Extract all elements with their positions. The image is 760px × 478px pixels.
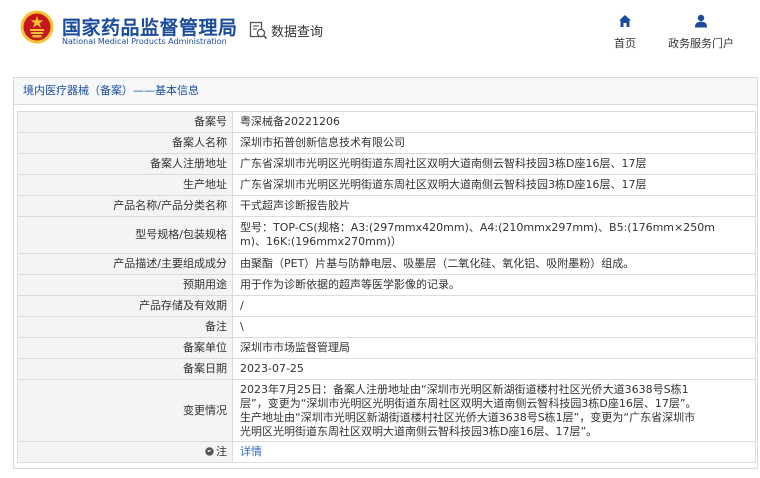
nav-service-portal[interactable]: 政务服务门户 (662, 14, 740, 51)
field-value: 干式超声诊断报告胶片 (232, 195, 756, 217)
field-value: 型号：TOP-CS(规格：A3:(297mmx420mm)、A4:(210mmx… (232, 216, 756, 254)
field-label: 备案日期 (17, 358, 233, 380)
table-row: 变更情况 2023年7月25日：备案人注册地址由“深圳市光明区新湖街道楼村社区光… (17, 379, 756, 442)
table-row: 产品名称/产品分类名称 干式超声诊断报告胶片 (17, 195, 756, 217)
field-value: 详情 (232, 441, 756, 463)
home-icon (619, 15, 631, 27)
table-row: 生产地址 广东省深圳市光明区光明街道东周社区双明大道南侧云智科技园3栋D座16层… (17, 174, 756, 196)
field-label: 备注 (17, 316, 233, 338)
data-query-icon (249, 21, 268, 40)
field-value: 用于作为诊断依据的超声等医学影像的记录。 (232, 274, 756, 296)
field-label: 注 (216, 445, 227, 458)
field-value: 广东省深圳市光明区光明街道东周社区双明大道南侧云智科技园3栋D座16层、17层 (232, 174, 756, 196)
field-value: / (232, 295, 756, 317)
details-link[interactable]: 详情 (240, 445, 262, 458)
table-row: 产品描述/主要组成成分 由聚酯（PET）片基与防静电层、吸墨层（二氧化硅、氧化铝… (17, 253, 756, 275)
field-value: 粤深械备20221206 (232, 111, 756, 133)
field-label: 预期用途 (17, 274, 233, 296)
table-row: 备案人注册地址 广东省深圳市光明区光明街道东周社区双明大道南侧云智科技园3栋D座… (17, 153, 756, 175)
table-row: 备案日期 2023-07-25 (17, 358, 756, 380)
field-label: 备案号 (17, 111, 233, 133)
field-label: 备案单位 (17, 337, 233, 359)
nav-portal-label: 政务服务门户 (668, 37, 734, 50)
field-value: 2023-07-25 (232, 358, 756, 380)
site-subtitle: National Medical Products Administration (62, 37, 227, 46)
site-header: 国家药品监督管理局 National Medical Products Admi… (0, 0, 760, 62)
record-table: 备案号 粤深械备20221206 备案人名称 深圳市拓普创新信息技术有限公司 备… (17, 111, 756, 463)
field-value: \ (232, 316, 756, 338)
field-label: 变更情况 (17, 379, 233, 442)
nav-home[interactable]: 首页 (609, 14, 641, 51)
field-label: 备案人名称 (17, 132, 233, 154)
field-value: 广东省深圳市光明区光明街道东周社区双明大道南侧云智科技园3栋D座16层、17层 (232, 153, 756, 175)
table-row: 预期用途 用于作为诊断依据的超声等医学影像的记录。 (17, 274, 756, 296)
field-value-line: 2023年7月25日：备案人注册地址由“深圳市光明区新湖街道楼村社区光侨大道36… (240, 382, 689, 396)
note-label-cell: 注 (17, 441, 233, 463)
table-row: 型号规格/包装规格 型号：TOP-CS(规格：A3:(297mmx420mm)、… (17, 216, 756, 254)
field-value: 2023年7月25日：备案人注册地址由“深圳市光明区新湖街道楼村社区光侨大道36… (232, 379, 756, 442)
record-panel: 境内医疗器械（备案）——基本信息 备案号 粤深械备20221206 备案人名称 … (13, 77, 758, 469)
national-emblem-icon (20, 10, 54, 44)
site-title: 国家药品监督管理局 (62, 17, 238, 39)
field-label: 产品名称/产品分类名称 (17, 195, 233, 217)
field-value: 深圳市拓普创新信息技术有限公司 (232, 132, 756, 154)
field-label: 型号规格/包装规格 (17, 216, 233, 254)
field-label: 生产地址 (17, 174, 233, 196)
field-value: 深圳市市场监督管理局 (232, 337, 756, 359)
field-value-line: 光明区光明街道东周社区双明大道南侧云智科技园3栋D座16层、17层”。 (240, 424, 598, 438)
table-row: 备注 \ (17, 316, 756, 338)
field-value-line: 型号：TOP-CS(规格：A3:(297mmx420mm)、A4:(210mmx… (240, 221, 715, 234)
table-row: 备案号 粤深械备20221206 (17, 111, 756, 133)
field-value-line: m)、16K:(196mmx270mm)） (240, 235, 402, 248)
field-value: 由聚酯（PET）片基与防静电层、吸墨层（二氧化硅、氧化铝、吸附墨粉）组成。 (232, 253, 756, 275)
table-row: 产品存储及有效期 / (17, 295, 756, 317)
field-label: 备案人注册地址 (17, 153, 233, 175)
breadcrumb: 境内医疗器械（备案）——基本信息 (14, 78, 757, 105)
table-row: 注 详情 (17, 441, 756, 463)
nav-home-label: 首页 (614, 37, 636, 50)
table-row: 备案单位 深圳市市场监督管理局 (17, 337, 756, 359)
field-value-line: 生产地址由“深圳市光明区新湖街道楼村社区光侨大道3638号S栋1层”，变更为“广… (240, 410, 696, 424)
field-label: 产品描述/主要组成成分 (17, 253, 233, 275)
user-icon (695, 14, 707, 28)
notice-icon (205, 447, 214, 456)
table-row: 备案人名称 深圳市拓普创新信息技术有限公司 (17, 132, 756, 154)
field-value-line: 层”，变更为“深圳市光明区光明街道东周社区双明大道南侧云智科技园3栋D座16层、… (240, 396, 697, 410)
field-label: 产品存储及有效期 (17, 295, 233, 317)
data-query-link[interactable]: 数据查询 (248, 19, 323, 41)
data-query-label: 数据查询 (271, 24, 324, 40)
